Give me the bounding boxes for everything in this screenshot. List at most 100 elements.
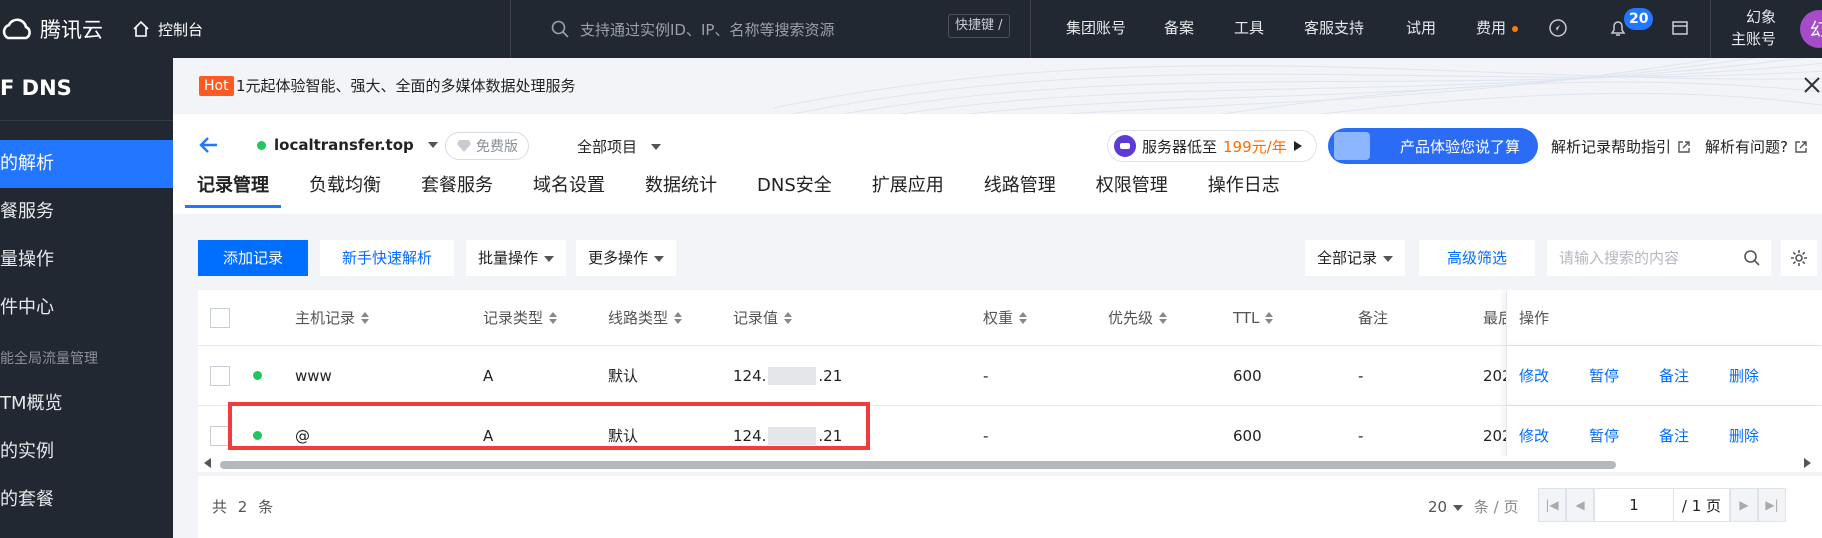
promo-text: 服务器低至	[1142, 137, 1218, 156]
last-page-icon[interactable]: ▶|	[1758, 488, 1786, 522]
ops-column-header: 操作	[1506, 290, 1822, 345]
nav-icp[interactable]: 备案	[1164, 17, 1194, 38]
sort-icon	[1159, 311, 1168, 324]
close-icon[interactable]	[1799, 72, 1822, 98]
banner-text[interactable]: 1元起体验智能、强大、全面的多媒体数据处理服务	[236, 76, 576, 96]
sidebar-item-plugins[interactable]: 件中心	[0, 284, 173, 332]
sidebar-item-instances[interactable]: 的实例	[0, 428, 173, 476]
tab-records[interactable]: 记录管理	[185, 158, 281, 214]
page-size-value: 20	[1428, 498, 1448, 516]
tab-package[interactable]: 套餐服务	[421, 158, 493, 214]
compass-icon[interactable]	[1546, 16, 1570, 40]
nav-group-account[interactable]: 集团账号	[1066, 17, 1126, 38]
cell-ttl[interactable]: 600	[1233, 346, 1262, 405]
cell-value[interactable]: 124. .21	[733, 346, 842, 405]
sidebar-item-batch[interactable]: 量操作	[0, 236, 173, 284]
cell-weight[interactable]: -	[983, 346, 988, 405]
cloud-logo-icon	[2, 18, 31, 40]
nav-trial[interactable]: 试用	[1406, 17, 1436, 38]
tab-load-balance[interactable]: 负载均衡	[309, 158, 381, 214]
faq-link[interactable]: 解析有问题?	[1705, 136, 1808, 157]
global-search[interactable]: 支持通过实例ID、IP、名称等搜索资源	[550, 14, 834, 44]
sidebar-item-resolution[interactable]: 的解析	[0, 140, 173, 188]
back-arrow-icon[interactable]	[197, 133, 221, 157]
header-priority[interactable]: 优先级	[1108, 290, 1168, 345]
status-dot	[257, 140, 266, 150]
plan-badge[interactable]: 免费版	[445, 132, 529, 160]
tab-line-management[interactable]: 线路管理	[984, 158, 1056, 214]
page-size-selector[interactable]: 20 条 / 页	[1428, 496, 1518, 517]
scrollbar-thumb[interactable]	[220, 461, 1616, 469]
sidebar-item-packages[interactable]: 餐服务	[0, 188, 173, 236]
scroll-left-arrow-icon[interactable]	[204, 458, 211, 468]
highlight-annotation	[228, 402, 870, 450]
project-selector[interactable]: 全部项目	[577, 136, 662, 157]
record-filter-dropdown[interactable]: 全部记录	[1305, 240, 1405, 276]
scroll-right-arrow-icon[interactable]	[1804, 458, 1811, 468]
tab-dns-security[interactable]: DNS安全	[757, 158, 832, 214]
add-record-button[interactable]: 添加记录	[198, 240, 308, 276]
account-menu[interactable]: 幻象 主账号	[1720, 6, 1776, 50]
batch-ops-dropdown[interactable]: 批量操作	[466, 240, 566, 276]
edit-link[interactable]: 修改	[1519, 346, 1549, 405]
search-icon[interactable]	[1743, 249, 1761, 267]
cell-note[interactable]: -	[1358, 346, 1363, 405]
header-value[interactable]: 记录值	[733, 290, 793, 345]
cell-value-prefix: 124.	[733, 366, 767, 385]
advanced-filter-button[interactable]: 高级筛选	[1419, 240, 1535, 276]
search-placeholder: 支持通过实例ID、IP、名称等搜索资源	[580, 20, 835, 39]
help-guide-label: 解析记录帮助指引	[1551, 138, 1672, 156]
header-type-label: 记录类型	[483, 309, 544, 327]
external-link-icon	[1678, 140, 1690, 153]
tab-domain-settings[interactable]: 域名设置	[533, 158, 605, 214]
table-header: 主机记录 记录类型 线路类型 记录值 权重 优先级 TTL 备注 最后 操作	[198, 290, 1822, 346]
nav-support[interactable]: 客服支持	[1304, 17, 1364, 38]
select-all-cell	[210, 290, 230, 345]
brand-logo[interactable]: 腾讯云	[0, 12, 103, 46]
tab-statistics[interactable]: 数据统计	[645, 158, 717, 214]
more-ops-dropdown[interactable]: 更多操作	[576, 240, 676, 276]
nav-tools[interactable]: 工具	[1234, 17, 1264, 38]
workorder-icon[interactable]	[1668, 16, 1692, 40]
tab-permissions[interactable]: 权限管理	[1096, 158, 1168, 214]
divider	[1030, 0, 1031, 58]
quick-resolve-button[interactable]: 新手快速解析	[320, 240, 454, 276]
row-checkbox[interactable]	[210, 425, 230, 446]
header-ttl[interactable]: TTL	[1233, 290, 1274, 345]
domain-selector[interactable]: localtransfer.top	[257, 136, 438, 154]
row-checkbox[interactable]	[210, 365, 230, 386]
tab-extensions[interactable]: 扩展应用	[872, 158, 944, 214]
first-page-icon[interactable]: |◀	[1538, 488, 1566, 522]
sort-icon	[674, 311, 683, 324]
feedback-button[interactable]: 产品体验您说了算	[1328, 128, 1538, 164]
tab-operation-log[interactable]: 操作日志	[1208, 158, 1280, 214]
column-settings-button[interactable]	[1781, 240, 1817, 276]
avatar[interactable]: 幻	[1800, 10, 1822, 48]
plan-label: 免费版	[476, 139, 518, 155]
header-type[interactable]: 记录类型	[483, 290, 558, 345]
next-page-icon[interactable]: ▶	[1730, 488, 1758, 522]
remark-link[interactable]: 备注	[1659, 346, 1689, 405]
header-weight[interactable]: 权重	[983, 290, 1028, 345]
header-line[interactable]: 线路类型	[608, 290, 683, 345]
cell-host[interactable]: www	[295, 346, 332, 405]
record-search-input[interactable]: 请输入搜索的内容	[1547, 240, 1771, 276]
cell-type[interactable]: A	[483, 346, 493, 405]
cell-line[interactable]: 默认	[608, 346, 638, 405]
horizontal-scrollbar[interactable]	[198, 456, 1822, 472]
page-input[interactable]: 1	[1594, 488, 1674, 522]
prev-page-icon[interactable]: ◀	[1566, 488, 1594, 522]
help-guide-link[interactable]: 解析记录帮助指引	[1551, 136, 1691, 157]
select-all-checkbox[interactable]	[210, 307, 230, 328]
header-host[interactable]: 主机记录	[295, 290, 370, 345]
page-size-unit: 条 / 页	[1473, 498, 1519, 516]
redacted-mask	[768, 366, 817, 385]
sidebar-item-my-packages[interactable]: 的套餐	[0, 476, 173, 524]
table-row: www A 默认 124. .21 - 600 - 202 修改 暂停 备注 删除	[198, 346, 1822, 406]
pause-link[interactable]: 暂停	[1589, 346, 1619, 405]
delete-link[interactable]: 删除	[1729, 346, 1759, 405]
promo-icon	[1114, 135, 1136, 157]
sidebar-item-gtm-overview[interactable]: TM概览	[0, 380, 173, 428]
nav-billing[interactable]: 费用	[1476, 17, 1519, 38]
console-link[interactable]: 控制台	[132, 14, 203, 44]
